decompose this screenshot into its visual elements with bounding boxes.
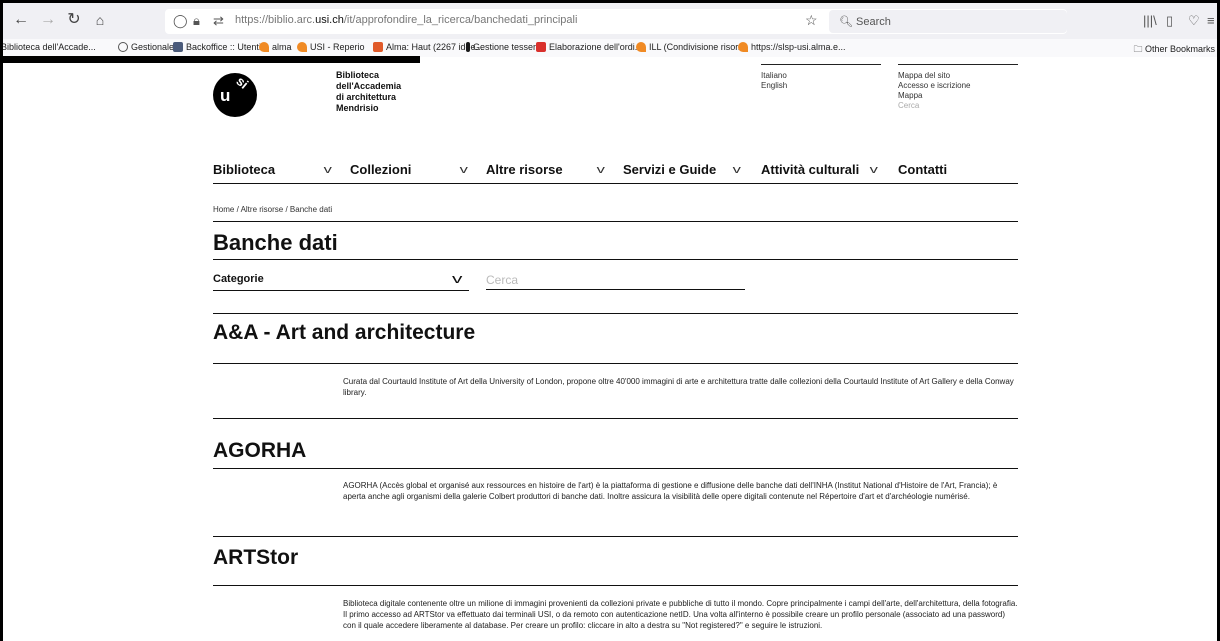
divider [213, 418, 1018, 419]
divider [213, 585, 1018, 586]
sitemap-link[interactable]: Mappa del sito [898, 71, 970, 81]
site-search-link[interactable]: Cerca [898, 101, 970, 111]
lock-icon[interactable]: 🔒︎ [193, 12, 200, 30]
library-name-line: Biblioteca [336, 70, 380, 80]
divider [213, 259, 1018, 260]
bookmark-star-icon[interactable]: ☆ [805, 12, 818, 29]
sidebar-icon[interactable]: ▯ [1166, 13, 1173, 29]
browser-search-box[interactable]: 🔍︎ Search [829, 10, 1067, 33]
pocket-icon[interactable]: ♡ [1188, 13, 1200, 29]
main-menu: Biblioteca v Collezioni v Altre risorse … [213, 162, 1018, 184]
entry-title[interactable]: A&A - Art and architecture [213, 321, 475, 345]
bookmark-item[interactable]: Biblioteca dell'Accade... [1, 42, 96, 52]
database-search-input[interactable] [486, 270, 745, 290]
bookmark-item[interactable]: Gestionale [118, 42, 174, 52]
home-icon[interactable]: ⌂ [91, 11, 109, 29]
browser-search-placeholder: Search [856, 16, 891, 28]
utility-links: Mappa del sito Accesso e iscrizione Mapp… [898, 71, 970, 111]
other-bookmarks[interactable]: 🗀 Other Bookmarks [1133, 42, 1215, 58]
lang-italiano[interactable]: Italiano [761, 71, 787, 81]
bookmark-item[interactable]: Gestione tessere [466, 42, 541, 52]
library-icon[interactable]: |||\ [1143, 13, 1157, 28]
bookmark-favicon-icon [536, 42, 546, 52]
divider [213, 221, 1018, 222]
divider [761, 64, 881, 65]
shield-icon[interactable]: ◯ [173, 12, 188, 30]
divider [213, 363, 1018, 364]
page-title: Banche dati [213, 230, 338, 255]
category-filter[interactable]: Categorie [213, 273, 264, 285]
entry-title[interactable]: AGORHA [213, 439, 306, 463]
menu-contatti[interactable]: Contatti [898, 162, 947, 177]
chevron-down-icon[interactable]: v [597, 164, 605, 176]
bookmark-item[interactable]: Elaborazione dell'ordi... [536, 42, 642, 52]
bookmark-favicon-icon [466, 42, 470, 52]
divider [213, 536, 1018, 537]
divider [898, 64, 1018, 65]
menu-altre-risorse[interactable]: Altre risorse [486, 162, 563, 177]
entry-title[interactable]: ARTStor [213, 546, 298, 570]
back-arrow-icon[interactable]: ← [12, 11, 30, 29]
alma-icon [297, 42, 307, 52]
divider [213, 313, 1018, 314]
breadcrumb[interactable]: Home / Altre risorse / Banche dati [213, 205, 332, 214]
lang-english[interactable]: English [761, 81, 787, 91]
map-link[interactable]: Mappa [898, 91, 970, 101]
permissions-icon[interactable]: ⇄ [213, 12, 224, 30]
library-name-line: Mendrisio [336, 103, 379, 113]
address-bar[interactable]: ◯ 🔒︎ ⇄ https://biblio.arc.usi.ch/it/appr… [165, 9, 1067, 34]
entry-description: Biblioteca digitale contenente oltre un … [343, 599, 1018, 630]
bookmarks-bar: Biblioteca dell'Accade... Gestionale Bac… [1, 39, 1217, 58]
url-text[interactable]: https://biblio.arc.usi.ch/it/approfondir… [235, 14, 577, 26]
window-frame [0, 0, 1220, 641]
magnifier-icon: 🔍︎ [839, 16, 853, 28]
bookmark-item[interactable]: alma [259, 42, 292, 52]
redaction-bar [3, 56, 420, 63]
menu-collezioni[interactable]: Collezioni [350, 162, 411, 177]
usi-logo[interactable]: u si [213, 73, 257, 117]
logo-letter-u: u [220, 86, 231, 105]
chevron-down-icon[interactable]: v [452, 271, 462, 286]
folder-icon: 🗀 [1133, 44, 1143, 54]
chevron-down-icon[interactable]: v [460, 164, 468, 176]
forward-arrow-icon[interactable]: → [39, 11, 57, 29]
library-name-line: di architettura [336, 92, 397, 102]
chevron-down-icon[interactable]: v [870, 164, 878, 176]
alma-icon [636, 42, 646, 52]
entry-description: Curata dal Courtauld Institute of Art de… [343, 377, 1014, 397]
chevron-down-icon[interactable]: v [733, 164, 741, 176]
divider [213, 290, 469, 291]
logo-letters-si: si [233, 73, 252, 92]
menu-biblioteca[interactable]: Biblioteca [213, 162, 275, 177]
bookmark-item[interactable]: Backoffice :: Utenti [173, 42, 261, 52]
menu-servizi-guide[interactable]: Servizi e Guide [623, 162, 716, 177]
menu-icon[interactable]: ≡ [1207, 13, 1215, 28]
menu-attivita-culturali[interactable]: Attività culturali [761, 162, 859, 177]
globe-icon [118, 42, 128, 52]
entry-description: AGORHA (Accès global et organisé aux res… [343, 481, 998, 501]
browser-toolbar: ← → ↻ ⌂ ◯ 🔒︎ ⇄ https://biblio.arc.usi.ch… [3, 3, 1217, 39]
bookmark-item[interactable]: https://slsp-usi.alma.e... [738, 42, 846, 52]
chevron-down-icon[interactable]: v [324, 164, 332, 176]
library-name[interactable]: Biblioteca dell'Accademia di architettur… [336, 70, 401, 114]
divider [213, 468, 1018, 469]
bookmark-favicon-icon [173, 42, 183, 52]
bookmark-item[interactable]: ILL (Condivisione risor... [636, 42, 745, 52]
reload-icon[interactable]: ↻ [65, 11, 83, 29]
alma-icon [259, 42, 269, 52]
alma-icon [738, 42, 748, 52]
language-switcher: Italiano English [761, 71, 787, 91]
bookmark-favicon-icon [373, 42, 383, 52]
access-link[interactable]: Accesso e iscrizione [898, 81, 970, 91]
bookmark-item[interactable]: USI - Reperio [297, 42, 365, 52]
library-name-line: dell'Accademia [336, 81, 402, 91]
